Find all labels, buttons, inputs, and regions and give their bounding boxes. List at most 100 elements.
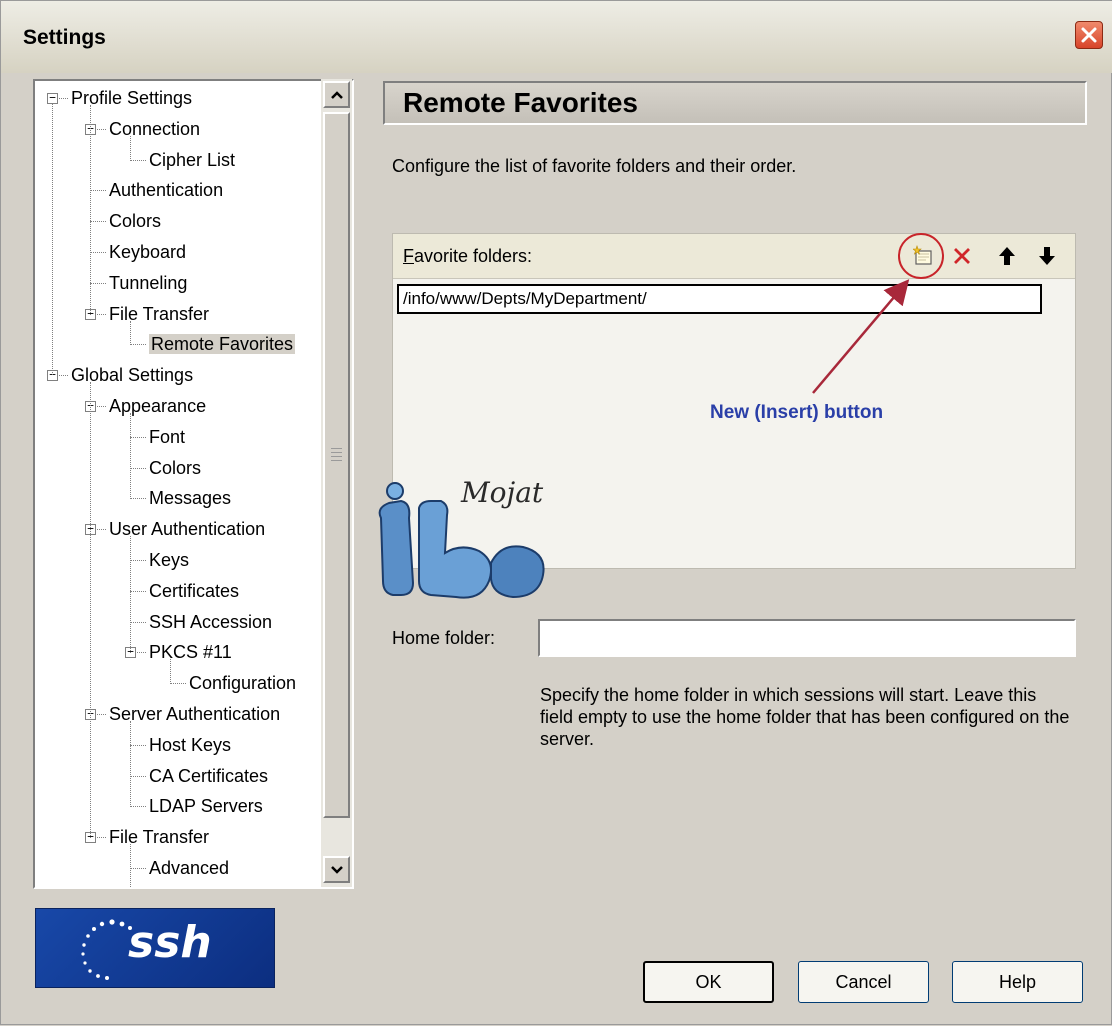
tree-item[interactable]: Font [149,426,185,448]
tree-item-label: Tunneling [109,272,188,293]
grip-line [331,460,342,461]
title-bar[interactable]: Settings [1,1,1112,73]
tree-connector [130,806,146,808]
tree-item[interactable]: Advanced [149,857,229,879]
tree-item[interactable]: Keyboard [109,241,186,263]
logo-text: ssh [128,917,212,968]
tree-connector [130,621,146,623]
tree-item-label: LDAP Servers [149,796,263,817]
page-description: Configure the list of favorite folders a… [392,156,797,176]
tree-item-label: Colors [149,457,202,478]
tree-item[interactable]: CA Certificates [149,765,268,787]
home-folder-input[interactable] [538,619,1076,657]
tree-item-label: Server Authentication [109,704,281,724]
tree-scrollbar[interactable] [321,79,352,887]
tree-connector [130,344,146,346]
page-title: Remote Favorites [403,87,638,118]
tree-item-label: SSH Accession [149,611,273,632]
tree-item[interactable]: Cipher List [149,149,235,171]
tree-guide-line [130,721,131,808]
annotation-label: New (Insert) button [710,402,884,423]
tree-item-label: Advanced [149,858,230,878]
tree-item[interactable]: File Transfer [109,826,209,848]
tree-guide-line [90,105,91,315]
tree-connector [130,868,146,869]
home-folder-label: Home folder: [392,628,496,648]
tree-guide-line [52,104,53,376]
tree-item[interactable]: Messages [149,487,231,509]
tree-connector [130,560,146,561]
tree-item-label: Keys [149,550,190,570]
tree-item[interactable]: Remote Favorites [149,333,296,355]
tree-item-label: Keyboard [109,242,187,262]
tree-connector [90,221,106,223]
tree-item-label: CA Certificates [149,765,269,786]
help-button[interactable]: Help [952,961,1083,1003]
move-up-button[interactable] [993,242,1021,270]
tree-item-label: Remote Favorites [149,334,296,355]
tree-connector [170,683,186,685]
grip-line [331,456,342,457]
annotation-circle [898,233,944,279]
tree-item-label: Authentication [109,180,224,201]
tree-item[interactable]: Connection [109,118,200,140]
tree-item[interactable]: Tunneling [109,272,187,294]
move-down-icon [1039,247,1055,265]
scroll-thumb[interactable] [323,112,350,818]
tree-item[interactable]: Appearance [109,395,206,417]
tree-item-label: Font [149,426,186,447]
tree-connector [130,498,146,500]
settings-tree[interactable]: Profile Settings − Connection − Cipher List A… [33,79,354,889]
favorite-folders-label: Favorite folders: [403,246,532,267]
tree-item[interactable]: PKCS #11 [149,641,232,663]
chevron-down-icon [330,865,343,874]
delete-button[interactable] [948,242,976,270]
scroll-down-button[interactable] [323,856,350,883]
tree-item-label: Host Keys [149,734,232,755]
tree-connector [130,775,146,777]
tree-item-label: Configuration [189,673,297,694]
tree-item[interactable]: Authentication [109,179,223,201]
tree-item[interactable]: LDAP Servers [149,795,263,817]
tree-item[interactable]: Keys [149,549,189,571]
tree-item[interactable]: Colors [149,457,201,479]
tree-guide-line [130,413,131,500]
tree-item-label: User Authentication [109,519,266,540]
tree-connector [90,282,106,284]
tree-item[interactable]: Certificates [149,580,239,602]
tree-item[interactable]: Host Keys [149,734,231,756]
tree-connector [130,590,146,592]
tree-item[interactable]: File Transfer [109,303,209,325]
favorite-folder-entry[interactable]: /info/www/Depts/MyDepartment/ [397,284,1042,314]
tree-item-label: Connection [109,118,201,139]
tree-connector [130,744,146,746]
grip-line [331,452,342,453]
grip-line [331,448,342,449]
tree-guide-line [130,320,131,346]
move-down-button[interactable] [1033,242,1061,270]
delete-icon [954,248,970,264]
tree-item[interactable]: SSH Accession [149,611,272,633]
tree-item[interactable]: Server Authentication [109,703,280,725]
settings-dialog: Settings Profile Settings − Connection − Cip… [0,0,1112,1025]
tree-item-label: Colors [109,211,162,232]
tree-item[interactable]: Configuration [189,672,296,694]
ssh-logo: ssh [35,908,275,988]
close-button[interactable] [1075,21,1103,49]
window-title: Settings [23,26,106,49]
tree-guide-line [130,135,131,161]
tree-connector [130,467,146,469]
tree-guide-line [170,659,171,685]
tree-item[interactable]: User Authentication [109,518,265,540]
page-header: Remote Favorites [383,81,1087,125]
collapse-toggle-icon[interactable]: − [47,92,58,104]
tree-connector [130,159,146,161]
label-rest: avorite folders: [414,246,533,266]
scroll-up-button[interactable] [323,81,350,108]
chevron-up-icon [330,90,343,99]
watermark-text: Mojat [461,476,544,509]
cancel-button[interactable]: Cancel [798,961,929,1003]
tree-item[interactable]: Colors [109,210,161,232]
tree-item-label: Cipher List [149,149,236,170]
ok-button[interactable]: OK [643,961,774,1003]
